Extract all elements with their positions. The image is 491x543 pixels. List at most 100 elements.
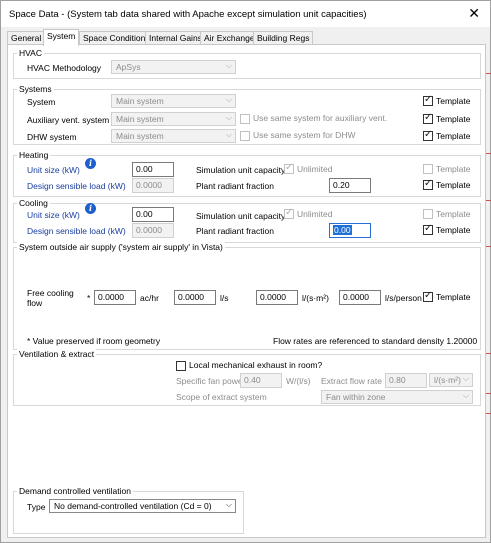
aux-template-checkbox[interactable]: ✓ xyxy=(423,112,433,124)
extract-rate-input[interactable]: 0.80 xyxy=(385,373,427,388)
hvac-methodology-label: HVAC Methodology xyxy=(27,63,102,73)
heating-radiant-template-label: Template xyxy=(436,180,471,190)
aux-same-system-checkbox[interactable] xyxy=(240,114,250,124)
edge-mark xyxy=(486,393,491,394)
preserved-note: * Value preserved if room geometry xyxy=(27,336,161,346)
heating-sim-capacity-label: Simulation unit capacity xyxy=(196,165,286,175)
heating-unlimited-label: Unlimited xyxy=(297,164,333,174)
cooling-radiant-input[interactable]: 0.00 xyxy=(329,223,371,238)
dhw-same-system-checkbox[interactable] xyxy=(240,131,250,141)
dhw-template-label: Template xyxy=(436,131,471,141)
chevron-down-icon: ⌵ xyxy=(225,500,232,509)
extract-rate-unit-dropdown[interactable]: l/(s·m²) ⌵ xyxy=(429,373,473,387)
system-template-checkbox[interactable]: ✓ xyxy=(423,94,433,106)
dhw-system-value: Main system xyxy=(116,131,164,141)
dcv-group-label: Demand controlled ventilation xyxy=(17,486,133,496)
hvac-methodology-value: ApSys xyxy=(116,62,141,72)
extract-scope-dropdown[interactable]: Fan within zone ⌵ xyxy=(321,390,473,404)
dcv-type-value: No demand-controlled ventilation (Cd = 0… xyxy=(54,501,212,511)
tab-system[interactable]: System xyxy=(43,29,80,46)
cooling-unit-size-label: Unit size (kW) xyxy=(27,210,80,220)
cooling-unlimited-checkbox[interactable]: ✓ xyxy=(284,207,294,219)
close-icon[interactable]: ✕ xyxy=(468,5,480,22)
hvac-group-label: HVAC xyxy=(17,48,44,58)
chevron-down-icon: ⌵ xyxy=(225,95,232,104)
heating-unit-size-input[interactable]: 0.00 xyxy=(132,162,174,177)
dhw-same-system-label: Use same system for DHW xyxy=(253,130,356,140)
chevron-down-icon: ⌵ xyxy=(225,113,232,122)
dcv-type-dropdown[interactable]: No demand-controlled ventilation (Cd = 0… xyxy=(49,499,236,513)
window-title: Space Data - (System tab data shared wit… xyxy=(9,9,367,20)
extract-scope-value: Fan within zone xyxy=(326,392,386,402)
dcv-type-label: Type xyxy=(27,502,46,512)
hvac-methodology-dropdown[interactable]: ApSys ⌵ xyxy=(111,60,236,74)
cooling-unit-size-input[interactable]: 0.00 xyxy=(132,207,174,222)
cooling-design-load-label: Design sensible load (kW) xyxy=(27,226,126,236)
systems-group-label: Systems xyxy=(17,84,54,94)
fan-power-label: Specific fan power xyxy=(176,376,246,386)
check-icon: ✓ xyxy=(424,178,433,189)
info-icon[interactable]: i xyxy=(85,203,96,214)
check-icon: ✓ xyxy=(424,290,433,301)
tab-building-regs[interactable]: Building Regs xyxy=(253,31,314,45)
check-icon: ✓ xyxy=(424,94,433,105)
tab-air-exchange[interactable]: Air Exchange xyxy=(200,31,259,45)
chevron-down-icon: ⌵ xyxy=(225,130,232,139)
heating-radiant-template-checkbox[interactable]: ✓ xyxy=(423,178,433,190)
dhw-system-dropdown[interactable]: Main system ⌵ xyxy=(111,129,236,143)
aux-system-dropdown[interactable]: Main system ⌵ xyxy=(111,112,236,126)
local-exhaust-label: Local mechanical exhaust in room? xyxy=(189,360,323,370)
edge-mark xyxy=(486,413,491,414)
free-cooling-lsm2-input[interactable]: 0.0000 xyxy=(256,290,298,305)
dhw-system-label: DHW system xyxy=(27,132,77,142)
cooling-group-label: Cooling xyxy=(17,198,50,208)
ventilation-group-label: Ventilation & extract xyxy=(17,349,97,359)
edge-mark xyxy=(486,153,491,154)
system-template-label: Template xyxy=(436,96,471,106)
free-cooling-ls-input[interactable]: 0.0000 xyxy=(174,290,216,305)
cooling-group xyxy=(13,203,481,243)
cooling-radiant-label: Plant radiant fraction xyxy=(196,226,274,236)
fan-power-input[interactable]: 0.40 xyxy=(240,373,282,388)
tab-internal-gains[interactable]: Internal Gains xyxy=(145,31,206,45)
space-data-dialog: Space Data - (System tab data shared wit… xyxy=(0,0,491,543)
heating-group-label: Heating xyxy=(17,150,51,160)
system-dropdown[interactable]: Main system ⌵ xyxy=(111,94,236,108)
extract-scope-label: Scope of extract system xyxy=(176,392,267,402)
heating-capacity-template-label: Template xyxy=(436,164,471,174)
chevron-down-icon: ⌵ xyxy=(462,391,469,400)
heating-design-load-label: Design sensible load (kW) xyxy=(27,181,126,191)
edge-mark xyxy=(486,73,491,74)
dhw-template-checkbox[interactable]: ✓ xyxy=(423,129,433,141)
check-icon: ✓ xyxy=(285,162,294,173)
free-cooling-template-label: Template xyxy=(436,292,471,302)
free-cooling-ach-input[interactable]: 0.0000 xyxy=(94,290,136,305)
cooling-design-load-value: 0.0000 xyxy=(132,223,174,238)
cooling-capacity-template-label: Template xyxy=(436,209,471,219)
system-value: Main system xyxy=(116,96,164,106)
heating-capacity-template-checkbox[interactable] xyxy=(423,164,433,174)
edge-mark xyxy=(486,200,491,201)
aux-system-value: Main system xyxy=(116,114,164,124)
tab-general[interactable]: General xyxy=(7,31,46,45)
standard-density-note: Flow rates are referenced to standard de… xyxy=(273,336,478,346)
extract-rate-unit: l/(s·m²) xyxy=(434,375,461,385)
extract-rate-label: Extract flow rate xyxy=(321,376,382,386)
chevron-down-icon: ⌵ xyxy=(225,61,232,70)
fan-power-unit: W/(l/s) xyxy=(286,376,311,386)
aux-system-label: Auxiliary vent. system xyxy=(27,115,110,125)
free-cooling-template-checkbox[interactable]: ✓ xyxy=(423,290,433,302)
preserved-asterisk: * xyxy=(87,293,91,303)
info-icon[interactable]: i xyxy=(85,158,96,169)
heating-unlimited-checkbox[interactable]: ✓ xyxy=(284,162,294,174)
tab-space-conditions[interactable]: Space Conditions xyxy=(79,31,154,45)
free-cooling-flow-label: Free cooling flow xyxy=(27,288,74,308)
check-icon: ✓ xyxy=(285,207,294,218)
cooling-radiant-template-checkbox[interactable]: ✓ xyxy=(423,223,433,235)
cooling-capacity-template-checkbox[interactable] xyxy=(423,209,433,219)
edge-mark xyxy=(486,246,491,247)
heating-radiant-input[interactable]: 0.20 xyxy=(329,178,371,193)
local-exhaust-checkbox[interactable] xyxy=(176,361,186,371)
system-label: System xyxy=(27,97,56,107)
free-cooling-lsperson-input[interactable]: 0.0000 xyxy=(339,290,381,305)
